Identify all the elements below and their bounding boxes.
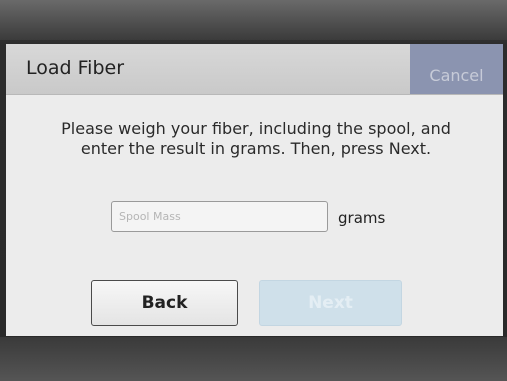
device-bezel-bottom	[0, 337, 507, 381]
spool-mass-input[interactable]	[111, 201, 328, 232]
cancel-button[interactable]: Cancel	[410, 44, 503, 94]
dialog-title: Load Fiber	[26, 57, 125, 79]
dialog-header: Load Fiber Cancel	[6, 44, 503, 95]
instructions-text: Please weigh your fiber, including the s…	[61, 119, 451, 158]
touchscreen: Load Fiber Cancel Please weigh your fibe…	[6, 44, 503, 336]
next-button[interactable]: Next	[259, 280, 402, 326]
device-bezel-top	[0, 0, 507, 40]
back-button[interactable]: Back	[91, 280, 238, 326]
device-photo: Load Fiber Cancel Please weigh your fibe…	[0, 0, 507, 381]
unit-label: grams	[338, 209, 386, 227]
